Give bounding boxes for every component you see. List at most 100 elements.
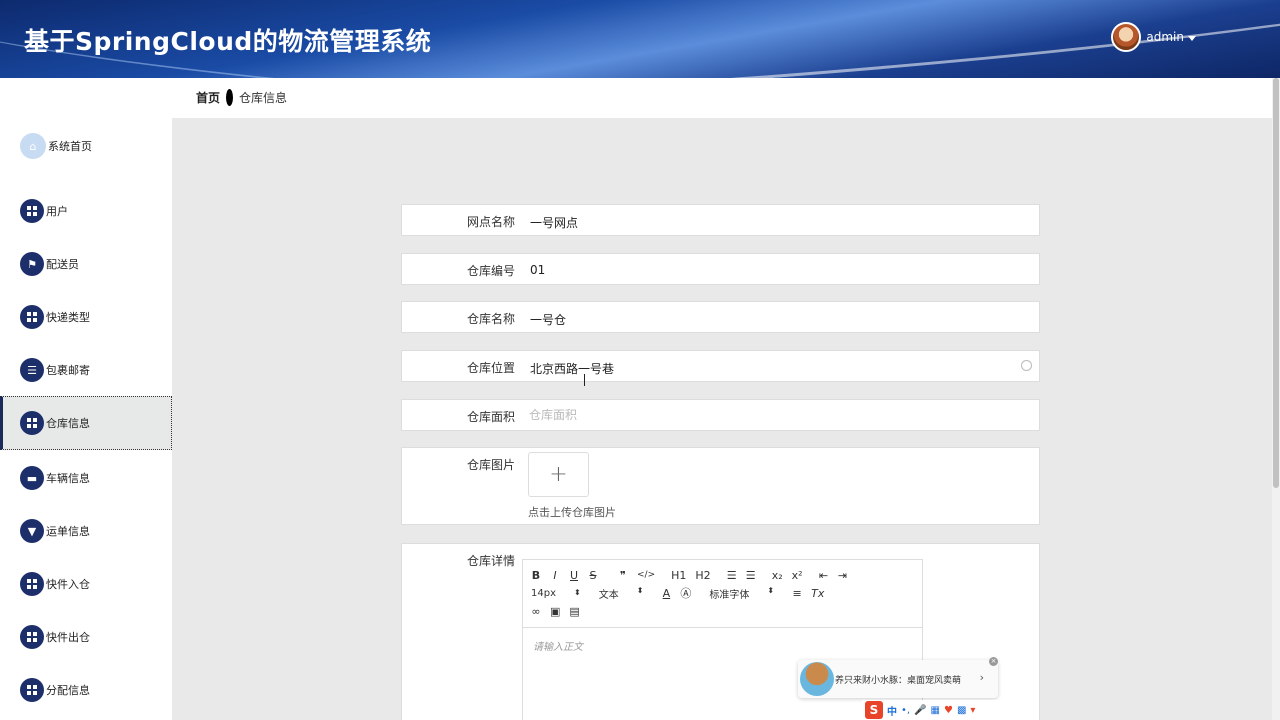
breadcrumb: 首页 仓库信息 (196, 89, 287, 106)
area-label: 仓库面积 (466, 410, 515, 424)
sidebar-item-label: 快件出仓 (46, 631, 90, 644)
top-header: 基于SpringCloud的物流管理系统 admin (0, 0, 1280, 78)
video-icon[interactable]: ▤ (569, 605, 579, 618)
ime-logo-icon[interactable]: S (865, 701, 883, 719)
user-menu[interactable]: admin (1111, 22, 1196, 52)
bullet-list-button[interactable]: ☰ (746, 569, 756, 582)
text-type-select[interactable]: 文本 ⬍ (599, 586, 644, 601)
warehouse-no-label: 仓库编号 (466, 264, 515, 278)
ime-toolbar: S 中 •, 🎤 ▦ ♥ ▩ ▾ (862, 700, 998, 720)
select-arrow-icon: ⬍ (767, 585, 775, 595)
sidebar-item-vehicles[interactable]: ▬ 车辆信息 (0, 451, 172, 505)
sidebar-item-couriers[interactable]: ⚑ 配送员 (0, 237, 172, 291)
editor-content[interactable]: 请输入正文 (523, 628, 922, 663)
select-arrow-icon: ⬍ (636, 585, 644, 595)
upload-hint: 点击上传仓库图片 (528, 506, 616, 519)
list-icon: ☰ (20, 358, 44, 382)
sidebar-item-label: 用户 (46, 205, 68, 218)
link-icon[interactable]: ∞ (531, 605, 541, 618)
code-button[interactable]: </> (637, 570, 655, 580)
branch-name-label: 网点名称 (466, 215, 515, 229)
microphone-icon[interactable]: 🎤 (914, 705, 926, 716)
text-cursor-icon (584, 374, 585, 386)
breadcrumb-bar: 首页 仓库信息 (0, 78, 1272, 118)
menu-icon[interactable]: ▾ (970, 705, 975, 716)
font-size-select[interactable]: 14px ⬍ (531, 588, 581, 599)
close-icon[interactable]: × (989, 657, 998, 666)
quote-button[interactable]: ❞ (618, 569, 628, 582)
sidebar-item-label: 仓库信息 (46, 417, 90, 430)
area-input[interactable] (529, 405, 899, 425)
chevron-right-icon[interactable]: › (980, 671, 984, 684)
grid-icon (20, 199, 44, 223)
sidebar-item-inbound[interactable]: 快件入仓 (0, 557, 172, 611)
punctuation-icon[interactable]: •, (901, 705, 910, 716)
ime-mode[interactable]: 中 (887, 703, 897, 718)
h1-button[interactable]: H1 (671, 569, 686, 582)
monitor-icon: ▬ (20, 466, 44, 490)
skin-icon[interactable]: ♥ (944, 705, 953, 716)
sidebar-item-assignments[interactable]: 分配信息 (0, 663, 172, 717)
sidebar-item-home[interactable]: ⌂ 系统首页 (0, 119, 172, 173)
bold-button[interactable]: B (531, 569, 541, 582)
location-field[interactable]: 北京西路一号巷 (530, 360, 614, 377)
toolbox-icon[interactable]: ▩ (957, 705, 966, 716)
pin-icon: ▼ (20, 519, 44, 543)
superscript-button[interactable]: x² (792, 569, 803, 582)
align-icon[interactable]: ≡ (792, 587, 802, 600)
avatar[interactable] (1111, 22, 1142, 52)
home-icon: ⌂ (20, 133, 46, 159)
editor-toolbar: B I U S ❞ </> H1 H2 ☰ ☰ x₂ x² ⇤ ⇥ 14px ⬍ … (523, 560, 922, 628)
scrollbar-thumb[interactable] (1273, 78, 1279, 488)
clear-icon[interactable] (1021, 360, 1032, 371)
form-row-branch-name: 网点名称 一号网点 (401, 204, 1040, 236)
underline-button[interactable]: U (569, 569, 579, 582)
clear-format-icon[interactable]: Tx (811, 587, 824, 600)
sidebar-item-label: 车辆信息 (46, 472, 90, 485)
subscript-button[interactable]: x₂ (772, 569, 783, 582)
breadcrumb-home[interactable]: 首页 (196, 89, 220, 106)
breadcrumb-separator-icon (226, 89, 234, 106)
form-row-area: 仓库面积 (401, 399, 1040, 431)
details-label: 仓库详情 (466, 554, 515, 568)
image-label: 仓库图片 (466, 458, 515, 472)
italic-button[interactable]: I (550, 569, 560, 582)
font-color-icon[interactable]: A (661, 587, 671, 600)
warehouse-no-field[interactable]: 01 (530, 263, 545, 277)
breadcrumb-current: 仓库信息 (239, 91, 288, 105)
sidebar: ⌂ 系统首页 用户 ⚑ 配送员 快递类型 ☰ 包裹邮寄 仓库信息 ▬ 车辆信息 … (0, 118, 172, 720)
sidebar-item-waybills[interactable]: ▼ 运单信息 (0, 504, 172, 558)
ordered-list-button[interactable]: ☰ (727, 569, 737, 582)
image-icon[interactable]: ▣ (550, 605, 560, 618)
sidebar-item-label: 分配信息 (46, 684, 90, 697)
font-family-select[interactable]: 标准字体 ⬍ (709, 586, 774, 601)
sidebar-item-label: 快递类型 (46, 311, 90, 324)
font-size-value: 14px (531, 587, 556, 599)
h2-button[interactable]: H2 (695, 569, 710, 582)
sidebar-item-parcels[interactable]: ☰ 包裹邮寄 (0, 343, 172, 397)
grid-icon (20, 411, 44, 435)
caret-down-icon[interactable] (1188, 35, 1196, 41)
indent-button[interactable]: ⇥ (838, 569, 848, 582)
font-family-value: 标准字体 (709, 589, 750, 601)
sidebar-item-label: 系统首页 (48, 140, 92, 153)
ime-notification[interactable]: 养只来财小水豚：桌面宠风卖萌 › (798, 660, 998, 698)
branch-name-field[interactable]: 一号网点 (530, 214, 578, 231)
username[interactable]: admin (1146, 30, 1184, 44)
warehouse-name-field[interactable]: 一号仓 (530, 311, 566, 328)
sidebar-item-outbound[interactable]: 快件出仓 (0, 610, 172, 664)
page-scrollbar[interactable] (1272, 78, 1280, 720)
outdent-button[interactable]: ⇤ (819, 569, 829, 582)
sidebar-item-label: 运单信息 (46, 525, 90, 538)
background-color-icon[interactable]: Ⓐ (680, 585, 691, 601)
sidebar-item-users[interactable]: 用户 (0, 184, 172, 238)
sidebar-item-label: 包裹邮寄 (46, 364, 90, 377)
app-title: 基于SpringCloud的物流管理系统 (24, 27, 432, 56)
location-label: 仓库位置 (466, 361, 515, 375)
sidebar-item-express-types[interactable]: 快递类型 (0, 290, 172, 344)
keyboard-icon[interactable]: ▦ (931, 705, 940, 716)
sidebar-item-warehouse[interactable]: 仓库信息 (0, 396, 172, 450)
form-row-image: 仓库图片 + 点击上传仓库图片 (401, 447, 1040, 525)
image-upload-button[interactable]: + (528, 452, 589, 497)
strike-button[interactable]: S (588, 569, 598, 582)
